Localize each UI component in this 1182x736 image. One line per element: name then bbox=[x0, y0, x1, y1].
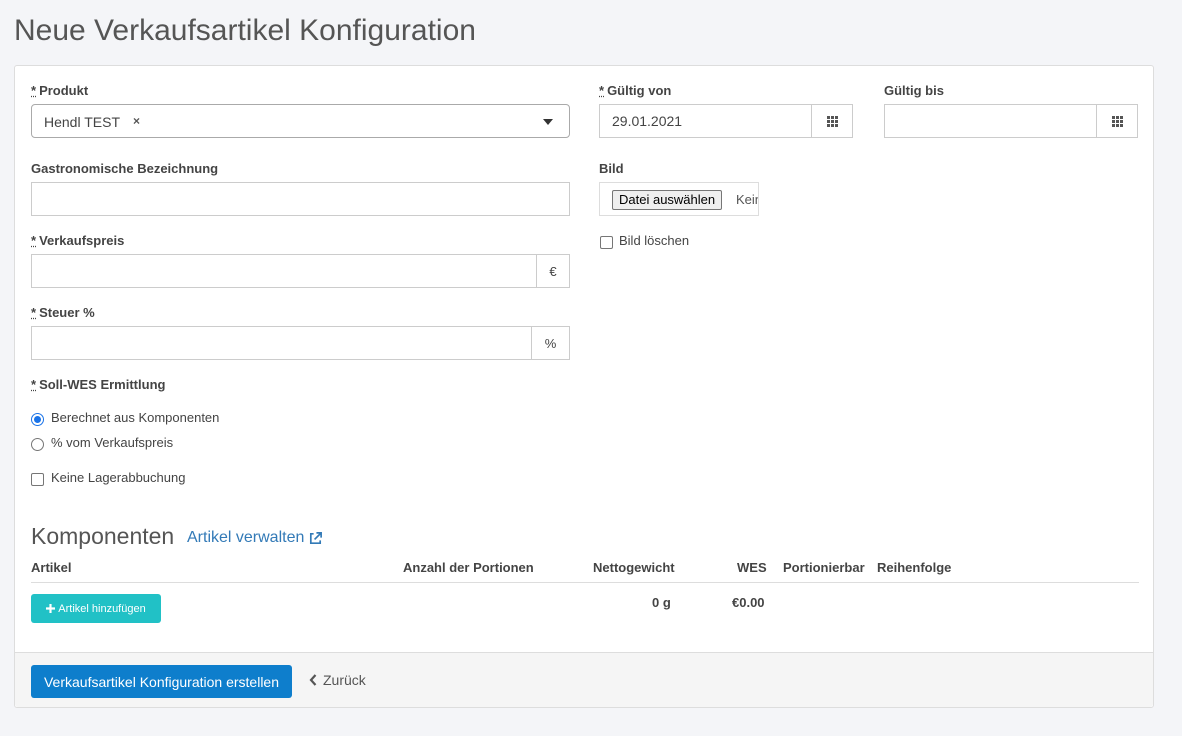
steuer-label: * Steuer % bbox=[31, 305, 95, 320]
col-artikel: Artikel bbox=[31, 560, 72, 575]
soll-wes-label: * Soll-WES Ermittlung bbox=[31, 377, 166, 392]
keine-lagerabbuchung-label: Keine Lagerabbuchung bbox=[51, 470, 186, 485]
radio-berechnet[interactable] bbox=[31, 413, 44, 426]
komponenten-title: Komponenten bbox=[31, 523, 175, 549]
col-wes: WES bbox=[737, 560, 767, 575]
steuer-input[interactable] bbox=[31, 326, 532, 360]
radio-prozent[interactable] bbox=[31, 438, 44, 451]
artikel-verwalten-text: Artikel verwalten bbox=[187, 529, 305, 546]
form-card: * Produkt Hendl TEST × * Gültig von 29.01.… bbox=[14, 65, 1154, 708]
gueltig-bis-label: Gültig bis bbox=[884, 83, 944, 98]
gueltig-bis-input[interactable] bbox=[884, 104, 1097, 138]
col-reihenfolge: Reihenfolge bbox=[877, 560, 952, 575]
artikel-hinzufuegen-label: Artikel hinzufügen bbox=[58, 602, 146, 615]
file-choose-button[interactable]: Datei auswählen bbox=[612, 190, 723, 210]
bild-file-input[interactable]: Datei auswählen Keine ausgewählt bbox=[599, 182, 759, 216]
verkaufspreis-label: * Verkaufspreis bbox=[31, 233, 125, 248]
calendar-button-bis[interactable] bbox=[1096, 104, 1138, 138]
calendar-grid-icon bbox=[826, 115, 838, 127]
verkaufspreis-input[interactable] bbox=[31, 254, 537, 288]
radio-berechnet-label: Berechnet aus Komponenten bbox=[51, 410, 220, 425]
page-title: Neue Verkaufsartikel Konfiguration bbox=[14, 14, 476, 47]
percent-addon: % bbox=[531, 326, 570, 360]
gueltig-von-input[interactable]: 29.01.2021 bbox=[599, 104, 812, 138]
euro-addon: € bbox=[536, 254, 570, 288]
gastro-label: Gastronomische Bezeichnung bbox=[31, 161, 219, 176]
produkt-select[interactable]: Hendl TEST × bbox=[31, 104, 570, 138]
table-header-divider bbox=[31, 582, 1139, 583]
artikel-hinzufuegen-button[interactable]: Artikel hinzufügen bbox=[31, 594, 161, 623]
file-status: Keine ausgewählt bbox=[736, 192, 758, 207]
radio-prozent-label: % vom Verkaufspreis bbox=[51, 435, 174, 450]
total-wes: €0.00 bbox=[732, 595, 765, 610]
back-link[interactable]: Zurück bbox=[309, 672, 366, 688]
gastro-input[interactable] bbox=[31, 182, 570, 216]
bild-label: Bild bbox=[599, 161, 624, 176]
external-link-icon bbox=[310, 531, 323, 544]
chevron-left-icon bbox=[309, 674, 317, 686]
col-portionierbar: Portionierbar bbox=[783, 560, 865, 575]
calendar-button-von[interactable] bbox=[811, 104, 853, 138]
col-nettogewicht: Nettogewicht bbox=[593, 560, 675, 575]
calendar-grid-icon bbox=[1111, 115, 1123, 127]
bild-loeschen-label: Bild löschen bbox=[619, 233, 690, 248]
col-anzahl-portionen: Anzahl der Portionen bbox=[403, 560, 534, 575]
produkt-selected-value: Hendl TEST bbox=[44, 114, 120, 130]
produkt-label: * Produkt bbox=[31, 83, 89, 98]
total-nettogewicht: 0 g bbox=[652, 595, 671, 610]
plus-icon bbox=[46, 604, 56, 613]
back-link-label: Zurück bbox=[323, 672, 366, 688]
bild-loeschen-checkbox[interactable] bbox=[600, 236, 613, 249]
chevron-down-icon[interactable] bbox=[543, 119, 553, 125]
clear-selection-icon[interactable]: × bbox=[133, 114, 140, 128]
create-config-button[interactable]: Verkaufsartikel Konfiguration erstellen bbox=[31, 665, 292, 698]
artikel-verwalten-link[interactable]: Artikel verwalten bbox=[187, 529, 323, 547]
gueltig-von-label: * Gültig von bbox=[599, 83, 672, 98]
keine-lagerabbuchung-checkbox[interactable] bbox=[31, 473, 44, 486]
